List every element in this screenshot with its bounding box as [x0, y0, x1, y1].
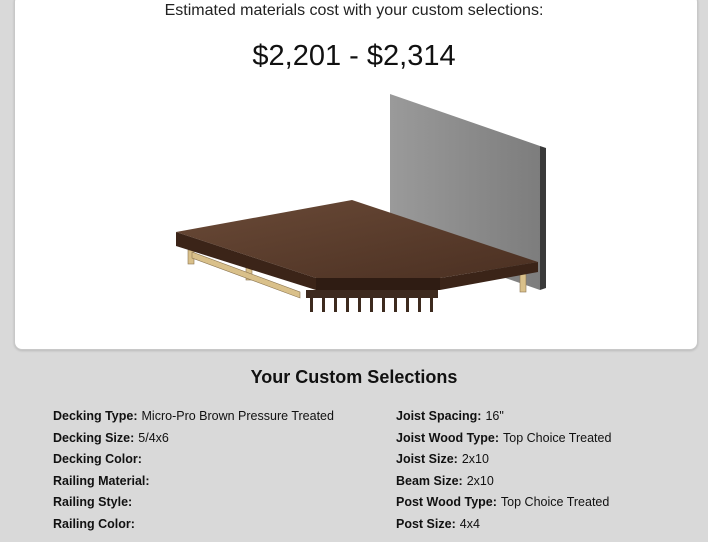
selection-label: Railing Color:	[53, 516, 135, 531]
selection-row-joist-size: Joist Size: 2x10	[396, 451, 611, 473]
selection-label: Post Size:	[396, 516, 456, 531]
selection-value: 2x10	[466, 473, 494, 488]
selection-row-railing-color: Railing Color:	[53, 516, 334, 538]
selection-label: Joist Spacing:	[396, 409, 482, 423]
selection-label: Joist Size:	[396, 452, 458, 466]
selection-row-decking-color: Decking Color:	[53, 451, 334, 473]
selection-value: Top Choice Treated	[500, 495, 610, 509]
selection-row-post-size: Post Size: 4x4	[396, 516, 611, 538]
selections-right-column: Joist Spacing: 16" Joist Wood Type: Top Ch…	[396, 408, 611, 537]
selection-row-beam-size: Beam Size: 2x10	[396, 473, 611, 495]
selection-row-joist-spacing: Joist Spacing: 16"	[396, 408, 611, 430]
selection-label: Railing Style:	[53, 495, 133, 509]
selection-value: 4x4	[459, 516, 480, 531]
selection-value: 5/4x6	[138, 430, 169, 445]
selection-row-railing-style: Railing Style:	[53, 494, 334, 516]
selections-left-column: Decking Type: Micro-Pro Brown Pressure Tr…	[53, 408, 334, 537]
selection-label: Post Wood Type:	[396, 495, 497, 509]
selection-row-decking-type: Decking Type: Micro-Pro Brown Pressure Tr…	[53, 408, 334, 430]
selection-label: Joist Wood Type:	[396, 430, 500, 445]
selection-label: Decking Type:	[53, 409, 138, 423]
selection-row-post-wood-type: Post Wood Type: Top Choice Treated	[396, 494, 611, 516]
selection-row-decking-size: Decking Size: 5/4x6	[53, 430, 334, 452]
selection-value: Micro-Pro Brown Pressure Treated	[141, 409, 334, 423]
corner-balusters	[306, 290, 438, 312]
selection-row-railing-material: Railing Material:	[53, 473, 334, 495]
selection-value: 2x10	[461, 452, 489, 466]
selection-label: Decking Size:	[53, 430, 135, 445]
selection-label: Railing Material:	[53, 473, 150, 488]
selection-label: Decking Color:	[53, 452, 142, 466]
deck-preview-image	[176, 94, 546, 312]
selection-value: Top Choice Treated	[503, 430, 612, 445]
custom-selections-title: Your Custom Selections	[250, 367, 458, 387]
selection-row-joist-wood-type: Joist Wood Type: Top Choice Treated	[396, 430, 611, 452]
selection-value: 16"	[485, 409, 504, 423]
selection-label: Beam Size:	[396, 473, 463, 488]
